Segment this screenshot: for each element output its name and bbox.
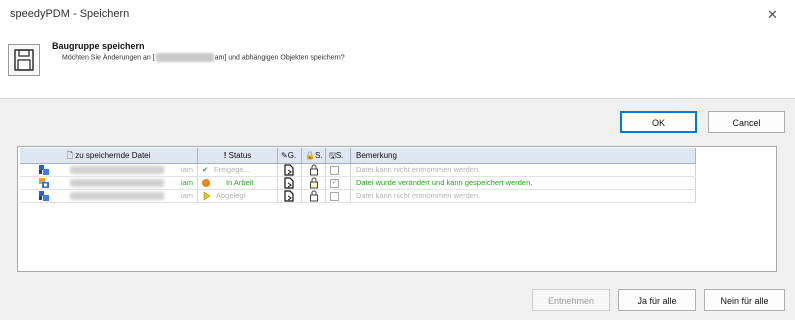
status-text: In Arbeit (226, 178, 254, 187)
lock-cell (302, 164, 326, 176)
yellow-play-icon (203, 191, 211, 201)
column-header-remark[interactable]: Bemerkung (351, 148, 696, 163)
file-extension: iam (180, 178, 193, 187)
lock-icon: 🔒 (305, 151, 315, 160)
table-row[interactable]: iam ✔ Freigege... Datei kann nicht entno… (20, 164, 696, 177)
edit-cell (278, 164, 302, 176)
message-part-2: am] und abhängigen Objekten speichern? (214, 54, 345, 62)
padlock-icon (310, 177, 318, 189)
status-cell: ✔ Freigege... (198, 164, 278, 176)
file-cell: iam (20, 164, 198, 176)
column-header-edit[interactable]: ✎G. (278, 148, 302, 163)
remark-text: Datei wurde verändert und kann gespeiche… (356, 178, 533, 187)
orange-dot-icon (202, 179, 210, 187)
grid-content: 🗋 zu speichernde Datei ! Status ✎G. 🔒S. … (20, 148, 696, 203)
assembly-lock-icon (39, 178, 49, 188)
padlock-icon (310, 164, 318, 176)
remark-cell: Datei kann nicht entnommen werden. (351, 164, 696, 176)
dialog-heading: Baugruppe speichern (52, 41, 145, 51)
yes-to-all-button[interactable]: Ja für alle (618, 289, 696, 311)
status-cell: In Arbeit (198, 177, 278, 189)
save-checkbox[interactable] (330, 166, 339, 175)
assembly-icon (39, 191, 49, 201)
file-extension: iam (180, 191, 193, 200)
redacted-filename (70, 192, 164, 200)
title-bar: speedyPDM - Speichern ✕ (0, 0, 795, 31)
file-cell: iam (20, 190, 198, 202)
save-checkbox-checked[interactable]: ✓ (330, 179, 339, 188)
status-cell: Abgelegt (198, 190, 278, 202)
exclamation-icon: ! (223, 151, 227, 160)
redacted-filename (70, 179, 164, 187)
file-extension: iam (180, 165, 193, 174)
save-icon: 🖫 (329, 151, 336, 160)
dialog-header: Baugruppe speichern Möchten Sie Änderung… (0, 30, 795, 99)
table-row[interactable]: iam Abgelegt Datei kann nicht entnommen … (20, 190, 696, 203)
status-text: Freigege... (214, 165, 250, 174)
redacted-filename (155, 53, 214, 62)
files-grid: 🗋 zu speichernde Datei ! Status ✎G. 🔒S. … (17, 146, 777, 272)
ok-button[interactable]: OK (620, 111, 697, 133)
edit-cell (278, 177, 302, 189)
remark-text: Datei kann nicht entnommen werden. (356, 165, 481, 174)
remark-cell: Datei kann nicht entnommen werden. (351, 190, 696, 202)
file-icon: 🗋 (66, 151, 74, 160)
save-checkbox[interactable] (330, 192, 339, 201)
document-arrow-icon (284, 164, 294, 176)
save-cell: ✓ (326, 177, 351, 189)
dialog-window: speedyPDM - Speichern ✕ Baugruppe speich… (0, 0, 795, 320)
document-arrow-icon (284, 177, 294, 189)
file-cell: iam (20, 177, 198, 189)
padlock-icon (310, 190, 318, 202)
column-header-status[interactable]: ! Status (198, 148, 278, 163)
edit-cell (278, 190, 302, 202)
entnehmen-button[interactable]: Entnehmen (532, 289, 610, 311)
cancel-button[interactable]: Cancel (708, 111, 785, 133)
lock-cell (302, 177, 326, 189)
message-part-1: Möchten Sie Änderungen an [ (62, 54, 155, 62)
document-arrow-icon (284, 190, 294, 202)
redacted-filename (70, 166, 164, 174)
window-title: speedyPDM - Speichern (10, 8, 130, 20)
remark-text: Datei kann nicht entnommen werden. (356, 191, 481, 200)
save-cell (326, 190, 351, 202)
floppy-disk-icon (8, 44, 40, 76)
lock-cell (302, 190, 326, 202)
table-row[interactable]: iam In Arbeit ✓ Datei wurde verändert un… (20, 177, 696, 190)
assembly-icon (39, 165, 49, 175)
column-header-lock[interactable]: 🔒S. (302, 148, 326, 163)
remark-cell: Datei wurde verändert und kann gespeiche… (351, 177, 696, 189)
save-cell (326, 164, 351, 176)
status-text: Abgelegt (216, 191, 246, 200)
grid-header-row: 🗋 zu speichernde Datei ! Status ✎G. 🔒S. … (20, 148, 696, 164)
checkmark-icon: ✔ (202, 165, 209, 174)
no-to-all-button[interactable]: Nein für alle (704, 289, 785, 311)
dialog-message: Möchten Sie Änderungen an [ am] und abhän… (62, 53, 345, 62)
pencil-icon: ✎ (281, 151, 288, 160)
column-header-save[interactable]: 🖫S. (326, 148, 351, 163)
close-icon[interactable]: ✕ (750, 0, 795, 30)
column-header-file[interactable]: 🗋 zu speichernde Datei (20, 148, 198, 163)
